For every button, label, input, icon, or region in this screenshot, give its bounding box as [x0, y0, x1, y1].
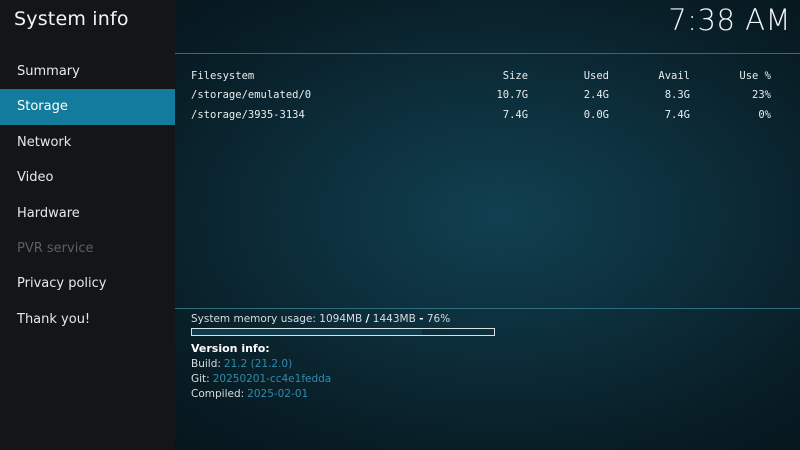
sidebar-menu: Summary Storage Network Video Hardware P…: [0, 54, 175, 337]
column-header-size: Size: [502, 69, 529, 82]
git-label: Git:: [191, 373, 210, 385]
sidebar-item-thank-you[interactable]: Thank you!: [0, 302, 175, 337]
column-header-use-percent: Use %: [739, 69, 771, 82]
memory-percent: 76%: [426, 313, 451, 325]
memory-usage-text: System memory usage: 1094MB / 1443MB - 7…: [191, 313, 450, 325]
memory-label: System memory usage:: [191, 313, 316, 325]
main-panel: 7:38 AM Filesystem Size Used Avail Use %…: [175, 0, 800, 450]
memory-separator: /: [365, 313, 370, 325]
sidebar-item-hardware[interactable]: Hardware: [0, 196, 175, 231]
cell-avail: 7.4G: [664, 108, 690, 121]
compiled-row: Compiled: 2025-02-01: [191, 387, 331, 402]
memory-used: 1094MB: [319, 313, 363, 325]
sidebar-item-privacy-policy[interactable]: Privacy policy: [0, 266, 175, 301]
storage-table: Filesystem Size Used Avail Use % /storag…: [191, 66, 771, 125]
column-header-filesystem: Filesystem: [191, 69, 255, 82]
build-row: Build: 21.2 (21.2.0): [191, 357, 331, 372]
compiled-value: 2025-02-01: [247, 388, 309, 400]
build-value: 21.2 (21.2.0): [223, 358, 293, 370]
compiled-label: Compiled:: [191, 388, 245, 400]
sidebar-item-pvr-service: PVR service: [17, 240, 94, 256]
sidebar-item-video[interactable]: Video: [0, 160, 175, 195]
git-row: Git: 20250201-cc4e1fedda: [191, 372, 331, 387]
cell-filesystem: /storage/emulated/0: [191, 89, 312, 102]
column-header-avail: Avail: [658, 69, 690, 82]
memory-dash: -: [419, 313, 424, 325]
table-row: /storage/emulated/0 10.7G 2.4G 8.3G 23%: [191, 86, 771, 106]
clock: 7:38 AM: [668, 3, 791, 37]
cell-filesystem: /storage/3935-3134: [191, 108, 305, 121]
git-value: 20250201-cc4e1fedda: [212, 373, 332, 385]
memory-progress-bar: [191, 328, 495, 336]
memory-progress-fill: [192, 329, 422, 335]
cell-used: 0.0G: [583, 108, 610, 121]
app-title: System info: [14, 8, 129, 30]
table-header-row: Filesystem Size Used Avail Use %: [191, 66, 771, 86]
version-info: Version info: Build: 21.2 (21.2.0) Git: 20…: [191, 342, 331, 402]
sidebar-item-summary[interactable]: Summary: [0, 54, 175, 89]
cell-used: 2.4G: [583, 89, 610, 102]
cell-size: 10.7G: [496, 89, 529, 102]
sidebar-item-network[interactable]: Network: [0, 125, 175, 160]
footer-divider: [175, 308, 800, 309]
header-divider: [175, 53, 800, 54]
build-label: Build:: [191, 358, 221, 370]
version-info-title: Version info:: [191, 342, 270, 355]
cell-avail: 8.3G: [664, 89, 690, 102]
cell-use-percent: 0%: [758, 108, 771, 121]
cell-size: 7.4G: [502, 108, 529, 121]
column-header-used: Used: [583, 69, 610, 82]
cell-use-percent: 23%: [752, 89, 771, 102]
memory-total: 1443MB: [372, 313, 416, 325]
sidebar: System info Summary Storage Network Vide…: [0, 0, 175, 450]
table-row: /storage/3935-3134 7.4G 0.0G 7.4G 0%: [191, 105, 771, 125]
sidebar-item-storage[interactable]: Storage: [0, 89, 175, 125]
